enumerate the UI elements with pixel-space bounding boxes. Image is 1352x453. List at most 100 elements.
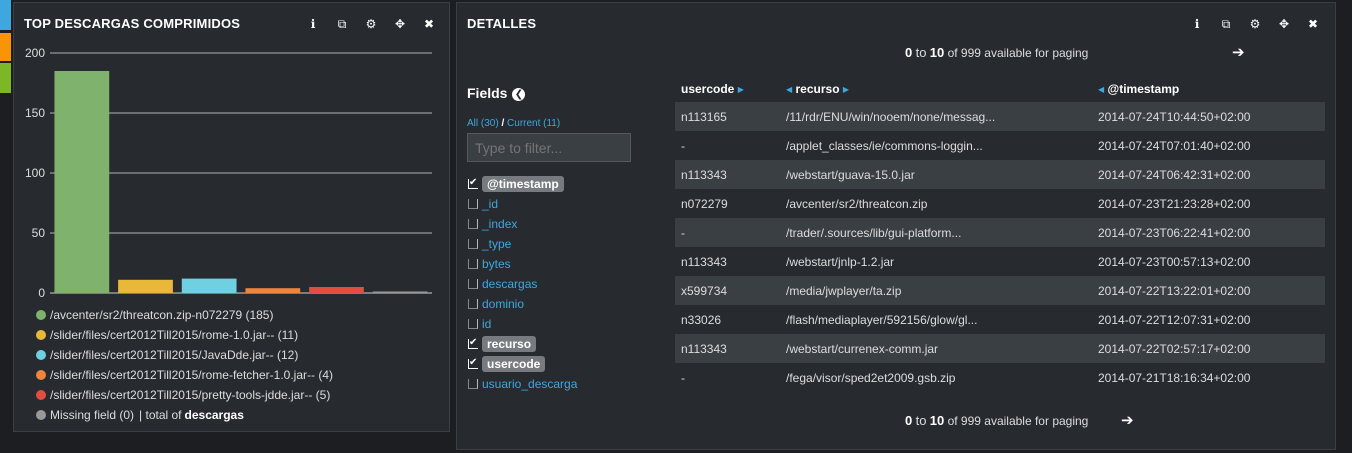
panel-toolbar: ℹ ⧉ ⚙ ✥ ✖ (1190, 17, 1320, 31)
field-name[interactable]: dominio (482, 297, 524, 311)
checkbox-checked-icon[interactable] (468, 353, 478, 373)
legend-label: /slider/files/cert2012Till2015/rome-fetc… (50, 368, 333, 382)
column-header-label: usercode (681, 82, 735, 96)
y-tick-label: 150 (25, 106, 45, 120)
field-item[interactable]: _id (468, 194, 577, 214)
bar[interactable] (372, 291, 428, 294)
column-header-label: @timestamp (1107, 82, 1180, 96)
table-cell: n113343 (675, 334, 780, 363)
panel-title: DETALLES (467, 16, 537, 31)
field-filter-input[interactable] (467, 133, 631, 162)
field-item[interactable]: _index (468, 214, 577, 234)
field-name[interactable]: usercode (482, 356, 546, 372)
table-cell: 2014-07-22T12:07:31+02:00 (1092, 305, 1325, 334)
field-name[interactable]: _id (482, 197, 498, 211)
y-tick-label: 100 (25, 166, 45, 180)
legend-item[interactable]: /slider/files/cert2012Till2015/rome-1.0.… (36, 325, 333, 345)
field-name[interactable]: recurso (482, 336, 537, 352)
checkbox-checked-icon[interactable] (468, 173, 478, 193)
table-cell: /flash/mediaplayer/592156/glow/gl... (780, 305, 1092, 334)
field-item[interactable]: usercode (468, 353, 577, 374)
stripe-green (0, 63, 11, 93)
chart-legend: /avcenter/sr2/threatcon.zip-n072279 (185… (36, 305, 333, 425)
field-name[interactable]: _type (482, 237, 511, 251)
fields-tab-current[interactable]: Current (11) (507, 118, 560, 129)
field-item[interactable]: descargas (468, 274, 577, 294)
field-item[interactable]: @timestamp (468, 173, 577, 194)
close-icon[interactable]: ✖ (1306, 17, 1320, 31)
field-item[interactable]: _type (468, 234, 577, 254)
fields-tab-all[interactable]: All (30) (467, 118, 499, 129)
collapse-fields-icon[interactable]: ❮ (512, 88, 526, 101)
bar[interactable] (245, 288, 301, 293)
bar[interactable] (309, 287, 364, 293)
table-row[interactable]: n072279/avcenter/sr2/threatcon.zip 2014-0… (675, 189, 1325, 218)
table-row[interactable]: n33026/flash/mediaplayer/592156/glow/gl.… (675, 305, 1325, 334)
move-icon[interactable]: ✥ (1277, 17, 1291, 31)
bar-chart: 0 50 100 150 200 (25, 46, 432, 300)
y-tick-label: 0 (38, 286, 45, 300)
next-page-icon[interactable]: ➔ (1232, 43, 1245, 61)
sort-left-icon[interactable]: ◀ (1098, 85, 1104, 94)
checkbox-empty-icon[interactable] (468, 279, 478, 289)
checkbox-empty-icon[interactable] (468, 239, 478, 249)
legend-total-prefix: | total of (139, 408, 182, 422)
table-cell: - (675, 131, 780, 160)
field-item[interactable]: recurso (468, 333, 577, 354)
column-header-usercode[interactable]: usercode ▶ (675, 76, 780, 102)
checkbox-empty-icon[interactable] (468, 319, 478, 329)
table-row[interactable]: -/trader/.sources/lib/gui-platform... 201… (675, 218, 1325, 247)
table-cell: /fega/visor/sped2et2009.gsb.zip (780, 363, 1092, 392)
legend-item[interactable]: /avcenter/sr2/threatcon.zip-n072279 (185… (36, 305, 333, 325)
field-item[interactable]: dominio (468, 294, 577, 314)
field-name[interactable]: descargas (482, 277, 537, 291)
legend-item[interactable]: /slider/files/cert2012Till2015/rome-fetc… (36, 365, 333, 385)
table-row[interactable]: x599734/media/jwplayer/ta.zip 2014-07-22T… (675, 276, 1325, 305)
table-row[interactable]: -/applet_classes/ie/commons-loggin... 201… (675, 131, 1325, 160)
legend-label: /slider/files/cert2012Till2015/rome-1.0.… (50, 328, 299, 342)
checkbox-checked-icon[interactable] (468, 333, 478, 353)
sort-right-icon[interactable]: ▶ (738, 85, 744, 94)
field-item[interactable]: id (468, 314, 577, 334)
field-name[interactable]: id (482, 317, 491, 331)
field-name[interactable]: bytes (482, 257, 511, 271)
field-name[interactable]: _index (482, 217, 517, 231)
field-name[interactable]: usuario_descarga (482, 377, 577, 391)
checkbox-empty-icon[interactable] (468, 299, 478, 309)
sort-left-icon[interactable]: ◀ (786, 85, 792, 94)
table-row[interactable]: n113165/11/rdr/ENU/win/nooem/none/messag… (675, 102, 1325, 131)
info-icon[interactable]: ℹ (1190, 17, 1204, 31)
table-cell: 2014-07-23T00:57:13+02:00 (1092, 247, 1325, 276)
table-row[interactable]: -/fega/visor/sped2et2009.gsb.zip 2014-07-… (675, 363, 1325, 392)
table-row[interactable]: n113343/webstart/currenex-comm.jar 2014-0… (675, 334, 1325, 363)
field-name[interactable]: @timestamp (482, 176, 564, 192)
legend-label: /avcenter/sr2/threatcon.zip-n072279 (185… (50, 308, 274, 322)
paging-to-word: to (915, 45, 927, 60)
legend-item[interactable]: /slider/files/cert2012Till2015/pretty-to… (36, 385, 333, 405)
checkbox-empty-icon[interactable] (468, 199, 478, 209)
column-header-recurso[interactable]: ◀ recurso ▶ (780, 76, 1092, 102)
legend-label: /slider/files/cert2012Till2015/JavaDde.j… (50, 348, 299, 362)
fields-tabs: All (30) / Current (11) (467, 118, 560, 129)
paging-bottom: 0 to 10 of 999 available for paging ➔ (905, 412, 1134, 429)
paging-top: 0 to 10 of 999 available for paging ➔ (905, 44, 1245, 61)
field-item[interactable]: bytes (468, 254, 577, 274)
column-header-timestamp[interactable]: ◀ @timestamp (1092, 76, 1325, 102)
table-cell: n113165 (675, 102, 780, 131)
table-row[interactable]: n113343/webstart/guava-15.0.jar 2014-07-2… (675, 160, 1325, 189)
bar[interactable] (181, 278, 237, 293)
checkbox-empty-icon[interactable] (468, 259, 478, 269)
field-item[interactable]: usuario_descarga (468, 374, 577, 394)
table-cell: n072279 (675, 189, 780, 218)
legend-item[interactable]: Missing field (0) | total of descargas (36, 405, 333, 425)
bar[interactable] (54, 71, 110, 293)
table-row[interactable]: n113343/webstart/jnlp-1.2.jar 2014-07-23T… (675, 247, 1325, 276)
checkbox-empty-icon[interactable] (468, 219, 478, 229)
legend-item[interactable]: /slider/files/cert2012Till2015/JavaDde.j… (36, 345, 333, 365)
checkbox-empty-icon[interactable] (468, 379, 478, 389)
sort-right-icon[interactable]: ▶ (843, 85, 849, 94)
next-page-icon[interactable]: ➔ (1121, 411, 1134, 429)
gear-icon[interactable]: ⚙ (1248, 17, 1262, 31)
copy-icon[interactable]: ⧉ (1219, 17, 1233, 31)
bar[interactable] (118, 279, 173, 293)
